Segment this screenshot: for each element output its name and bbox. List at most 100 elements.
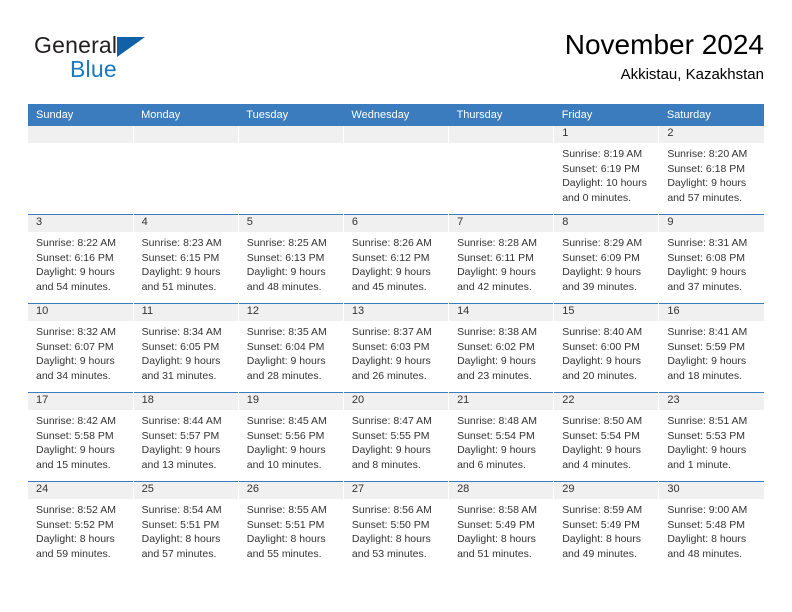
sunrise-text: Sunrise: 8:52 AM (36, 504, 116, 516)
sunset-text: Sunset: 6:04 PM (246, 340, 325, 353)
weekday-header-wednesday: Wednesday (343, 104, 449, 126)
calendar-week-row: 24 Sunrise: 8:52 AM Sunset: 5:52 PM Dayligh… (28, 481, 764, 570)
day-number: 1 (554, 126, 659, 143)
calendar-day-cell[interactable]: 2 Sunrise: 8:20 AM Sunset: 6:18 PM Daylight… (658, 126, 764, 215)
calendar-day-cell[interactable]: 4 Sunrise: 8:23 AM Sunset: 6:15 PM Daylight… (133, 214, 239, 304)
sunrise-text: Sunrise: 8:59 AM (562, 504, 643, 516)
calendar-day-cell[interactable]: 27 Sunrise: 8:56 AM Sunset: 5:50 PM Dayligh… (343, 481, 450, 570)
calendar-week-row: 3 Sunrise: 8:22 AM Sunset: 6:16 PM Daylight… (28, 214, 764, 304)
day-number: 26 (238, 482, 343, 499)
daylight-text: Daylight: 9 hours and 26 minutes. (351, 355, 431, 382)
sunrise-text: Sunrise: 8:32 AM (36, 326, 116, 338)
sunset-text: Sunset: 5:55 PM (351, 429, 430, 442)
daylight-text: Daylight: 8 hours and 55 minutes. (246, 533, 326, 560)
page-title: November 2024 (564, 29, 764, 60)
sunrise-text: Sunrise: 8:25 AM (246, 237, 327, 249)
sunset-text: Sunset: 6:15 PM (141, 251, 220, 264)
day-number (343, 126, 449, 143)
calendar-day-cell[interactable]: 1 Sunrise: 8:19 AM Sunset: 6:19 PM Daylight… (553, 126, 660, 215)
calendar-day-cell[interactable]: 24 Sunrise: 8:52 AM Sunset: 5:52 PM Dayligh… (28, 481, 134, 570)
calendar-day-cell[interactable]: 15 Sunrise: 8:40 AM Sunset: 6:00 PM Dayligh… (553, 303, 660, 393)
calendar-grid: Sunday Monday Tuesday Wednesday Thursday Frid… (28, 104, 764, 570)
calendar-day-cell[interactable]: 9 Sunrise: 8:31 AM Sunset: 6:08 PM Daylight… (658, 214, 764, 304)
calendar-day-cell[interactable]: 22 Sunrise: 8:50 AM Sunset: 5:54 PM Dayligh… (553, 392, 660, 482)
day-details: Sunrise: 8:54 AM Sunset: 5:51 PM Daylight:… (134, 499, 238, 561)
page-header: General Blue November 2024 Akkistau, Kaz… (28, 28, 764, 98)
day-number: 15 (554, 304, 659, 321)
daylight-text: Daylight: 9 hours and 20 minutes. (562, 355, 641, 382)
weekday-header-sunday: Sunday (28, 104, 134, 126)
calendar-day-cell[interactable]: 5 Sunrise: 8:25 AM Sunset: 6:13 PM Daylight… (238, 214, 344, 304)
day-number: 17 (28, 393, 133, 410)
calendar-day-cell[interactable]: 11 Sunrise: 8:34 AM Sunset: 6:05 PM Dayligh… (133, 303, 239, 393)
day-details: Sunrise: 8:44 AM Sunset: 5:57 PM Daylight:… (134, 410, 238, 472)
sunrise-text: Sunrise: 8:40 AM (562, 326, 643, 338)
day-details: Sunrise: 8:47 AM Sunset: 5:55 PM Daylight:… (344, 410, 448, 472)
calendar-day-cell[interactable]: 21 Sunrise: 8:48 AM Sunset: 5:54 PM Dayligh… (448, 392, 555, 482)
sunrise-text: Sunrise: 8:48 AM (457, 415, 538, 427)
day-number: 28 (449, 482, 554, 499)
sunset-text: Sunset: 5:51 PM (246, 518, 325, 531)
calendar-day-cell[interactable]: 14 Sunrise: 8:38 AM Sunset: 6:02 PM Dayligh… (448, 303, 555, 393)
daylight-text: Daylight: 9 hours and 23 minutes. (457, 355, 536, 382)
calendar-day-cell[interactable]: 16 Sunrise: 8:41 AM Sunset: 5:59 PM Dayligh… (658, 303, 764, 393)
daylight-text: Daylight: 9 hours and 54 minutes. (36, 266, 115, 293)
brand-logo[interactable]: General Blue (34, 32, 234, 88)
location-subtitle: Akkistau, Kazakhstan (620, 66, 764, 83)
calendar-day-cell[interactable]: 12 Sunrise: 8:35 AM Sunset: 6:04 PM Dayligh… (238, 303, 344, 393)
day-details: Sunrise: 8:40 AM Sunset: 6:00 PM Daylight:… (554, 321, 658, 383)
calendar-day-cell[interactable]: 6 Sunrise: 8:26 AM Sunset: 6:12 PM Daylight… (343, 214, 450, 304)
calendar-day-cell[interactable]: 7 Sunrise: 8:28 AM Sunset: 6:11 PM Daylight… (448, 214, 555, 304)
sunset-text: Sunset: 5:49 PM (457, 518, 535, 531)
day-number: 16 (659, 304, 764, 321)
calendar-day-cell[interactable]: 13 Sunrise: 8:37 AM Sunset: 6:03 PM Dayligh… (343, 303, 450, 393)
calendar-day-cell[interactable]: 28 Sunrise: 8:58 AM Sunset: 5:49 PM Dayligh… (448, 481, 555, 570)
daylight-text: Daylight: 8 hours and 57 minutes. (141, 533, 221, 560)
daylight-text: Daylight: 9 hours and 4 minutes. (562, 444, 641, 471)
calendar-day-cell[interactable]: 3 Sunrise: 8:22 AM Sunset: 6:16 PM Daylight… (28, 214, 134, 304)
day-details: Sunrise: 8:58 AM Sunset: 5:49 PM Daylight:… (449, 499, 553, 561)
sunrise-text: Sunrise: 8:56 AM (351, 504, 432, 516)
weekday-header-tuesday: Tuesday (238, 104, 344, 126)
sunset-text: Sunset: 6:08 PM (667, 251, 745, 264)
calendar-day-cell[interactable]: 30 Sunrise: 9:00 AM Sunset: 5:48 PM Dayligh… (658, 481, 764, 570)
calendar-day-cell[interactable]: 18 Sunrise: 8:44 AM Sunset: 5:57 PM Dayligh… (133, 392, 239, 482)
calendar-day-cell[interactable]: 8 Sunrise: 8:29 AM Sunset: 6:09 PM Daylight… (553, 214, 660, 304)
sunset-text: Sunset: 6:12 PM (351, 251, 430, 264)
sunset-text: Sunset: 6:18 PM (667, 162, 745, 175)
calendar-day-cell[interactable]: 29 Sunrise: 8:59 AM Sunset: 5:49 PM Dayligh… (553, 481, 660, 570)
calendar-day-cell[interactable]: 25 Sunrise: 8:54 AM Sunset: 5:51 PM Dayligh… (133, 481, 239, 570)
sunrise-text: Sunrise: 8:55 AM (246, 504, 327, 516)
calendar-day-cell[interactable]: 10 Sunrise: 8:32 AM Sunset: 6:07 PM Dayligh… (28, 303, 134, 393)
calendar-day-cell[interactable]: 17 Sunrise: 8:42 AM Sunset: 5:58 PM Dayligh… (28, 392, 134, 482)
calendar-day-cell[interactable]: 20 Sunrise: 8:47 AM Sunset: 5:55 PM Dayligh… (343, 392, 450, 482)
calendar-day-cell-empty (238, 126, 344, 215)
sunrise-text: Sunrise: 8:38 AM (457, 326, 538, 338)
sunset-text: Sunset: 5:58 PM (36, 429, 114, 442)
sunrise-text: Sunrise: 8:26 AM (351, 237, 432, 249)
weekday-header-thursday: Thursday (448, 104, 554, 126)
sunrise-text: Sunrise: 9:00 AM (667, 504, 748, 516)
day-number (238, 126, 343, 143)
day-number: 4 (133, 215, 238, 232)
daylight-text: Daylight: 9 hours and 6 minutes. (457, 444, 536, 471)
sunrise-text: Sunrise: 8:23 AM (141, 237, 222, 249)
calendar-day-cell-empty (343, 126, 450, 215)
day-details: Sunrise: 8:25 AM Sunset: 6:13 PM Daylight:… (239, 232, 343, 294)
sunset-text: Sunset: 6:11 PM (457, 251, 534, 264)
sunrise-text: Sunrise: 8:28 AM (457, 237, 538, 249)
daylight-text: Daylight: 8 hours and 53 minutes. (351, 533, 431, 560)
day-details: Sunrise: 8:41 AM Sunset: 5:59 PM Daylight:… (659, 321, 764, 383)
day-number: 9 (659, 215, 764, 232)
calendar-day-cell[interactable]: 23 Sunrise: 8:51 AM Sunset: 5:53 PM Dayligh… (658, 392, 764, 482)
sunrise-text: Sunrise: 8:45 AM (246, 415, 327, 427)
sunrise-text: Sunrise: 8:51 AM (667, 415, 748, 427)
sunset-text: Sunset: 6:07 PM (36, 340, 114, 353)
day-details: Sunrise: 8:19 AM Sunset: 6:19 PM Daylight:… (554, 143, 658, 205)
daylight-text: Daylight: 9 hours and 45 minutes. (351, 266, 431, 293)
calendar-day-cell-empty (133, 126, 239, 215)
day-details: Sunrise: 8:29 AM Sunset: 6:09 PM Daylight:… (554, 232, 658, 294)
calendar-day-cell[interactable]: 19 Sunrise: 8:45 AM Sunset: 5:56 PM Dayligh… (238, 392, 344, 482)
day-details: Sunrise: 8:31 AM Sunset: 6:08 PM Daylight:… (659, 232, 764, 294)
calendar-day-cell[interactable]: 26 Sunrise: 8:55 AM Sunset: 5:51 PM Dayligh… (238, 481, 344, 570)
